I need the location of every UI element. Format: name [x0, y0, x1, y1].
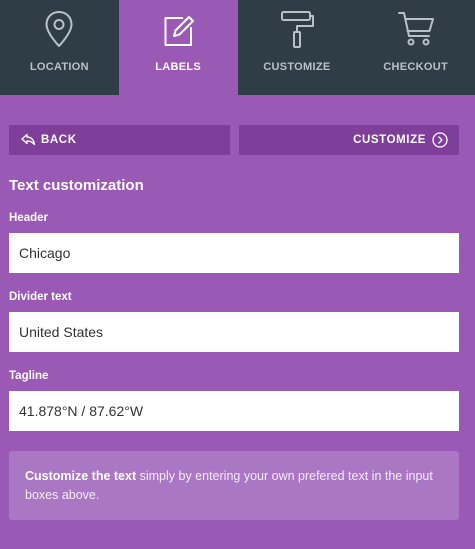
edit-icon — [158, 9, 198, 49]
back-button[interactable]: BACK — [9, 125, 230, 155]
chevron-right-circle-icon — [432, 132, 448, 148]
paint-roller-icon — [277, 9, 317, 49]
divider-text-input[interactable] — [9, 312, 459, 352]
section-title: Text customization — [9, 177, 144, 194]
tab-checkout[interactable]: CHECKOUT — [356, 0, 475, 95]
customize-button[interactable]: CUSTOMIZE — [239, 125, 459, 155]
info-emphasis: Customize the text — [25, 469, 137, 483]
tab-location-label: LOCATION — [29, 61, 89, 73]
tab-labels-label: LABELS — [155, 61, 202, 73]
app-root: LOCATION LABELS CUSTOMIZE CHECKOUT BACK … — [0, 0, 475, 549]
customize-button-label: CUSTOMIZE — [353, 134, 426, 146]
header-field-label: Header — [9, 212, 48, 224]
tab-customize[interactable]: CUSTOMIZE — [237, 0, 357, 95]
divider-field-label: Divider text — [9, 291, 72, 303]
map-pin-icon — [39, 9, 79, 49]
step-tabs: LOCATION LABELS CUSTOMIZE CHECKOUT — [0, 0, 475, 95]
tab-checkout-label: CHECKOUT — [383, 61, 448, 73]
back-button-label: BACK — [41, 134, 77, 146]
info-box: Customize the text simply by entering yo… — [9, 451, 459, 520]
step-navigation: BACK CUSTOMIZE — [9, 125, 459, 155]
tab-labels[interactable]: LABELS — [118, 0, 238, 95]
tab-customize-label: CUSTOMIZE — [263, 61, 331, 73]
header-input[interactable] — [9, 233, 459, 273]
tab-location[interactable]: LOCATION — [0, 0, 119, 95]
tagline-input[interactable] — [9, 391, 459, 431]
back-arrow-icon — [20, 131, 36, 147]
cart-icon — [396, 9, 436, 49]
tagline-field-label: Tagline — [9, 370, 49, 382]
